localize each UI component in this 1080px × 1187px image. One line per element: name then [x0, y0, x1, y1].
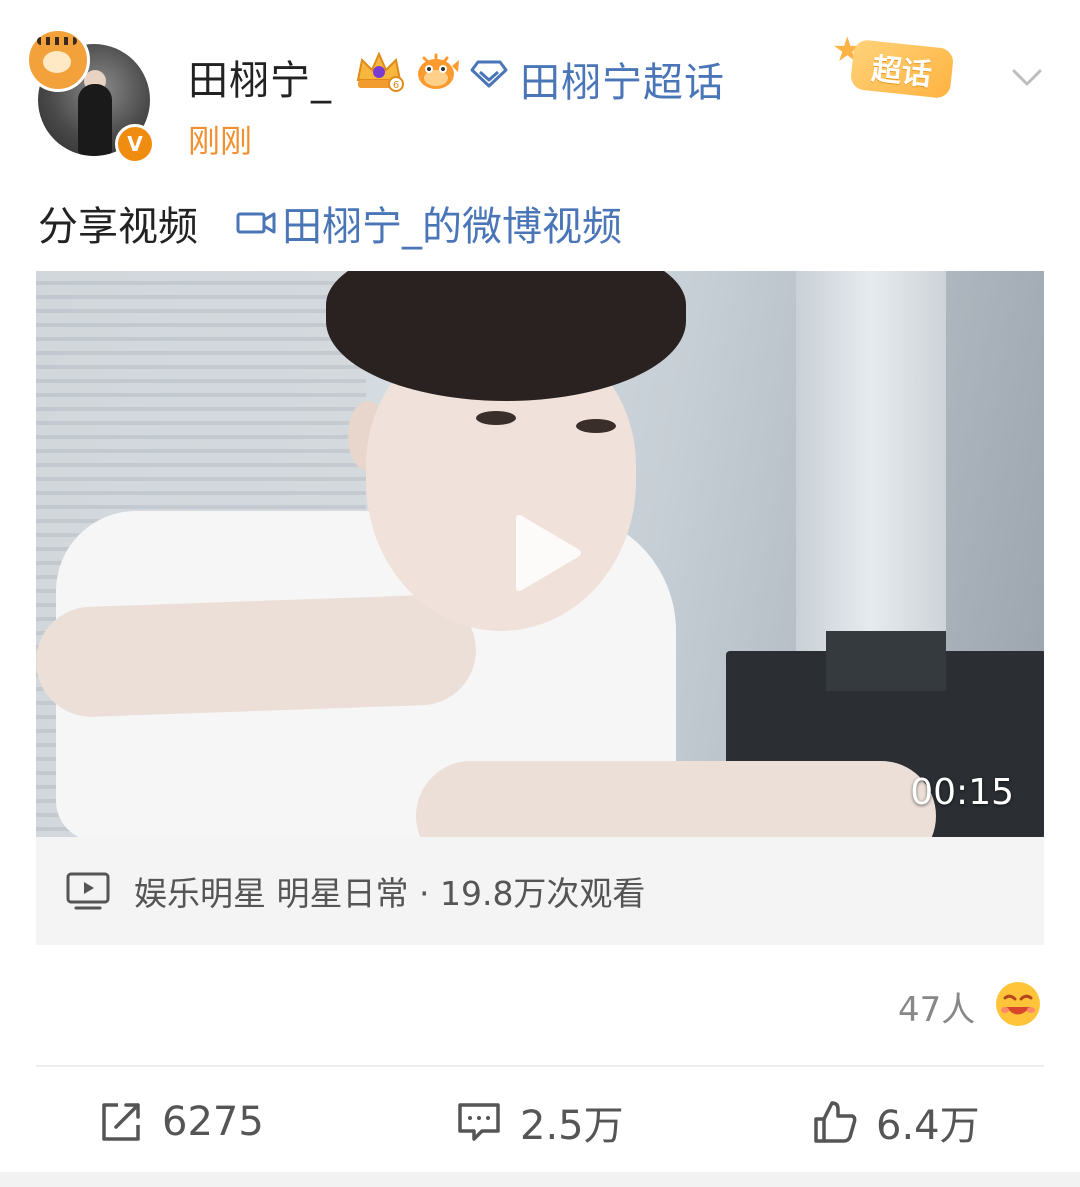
- share-icon: [102, 1103, 140, 1141]
- chaohua-badge[interactable]: ★ 超话: [832, 30, 956, 100]
- video-duration: 00:15: [910, 772, 1014, 813]
- like-button[interactable]: 6.4万: [812, 1090, 980, 1154]
- like-count: 6.4万: [876, 1103, 980, 1149]
- share-count: 6275: [162, 1099, 264, 1145]
- video-eye-right: [576, 419, 616, 433]
- divider: [36, 1065, 1044, 1067]
- video-meta-text: 娱乐明星 明星日常 · 19.8万次观看: [134, 874, 646, 913]
- avatar-body: [78, 84, 112, 156]
- comment-button[interactable]: 2.5万: [456, 1090, 624, 1154]
- diamond-icon: [470, 60, 508, 88]
- pufferfish-badge-icon[interactable]: [414, 52, 460, 92]
- video-arm2: [416, 761, 936, 837]
- laugh-emoji-icon[interactable]: [994, 980, 1042, 1028]
- video-meta[interactable]: 娱乐明星 明星日常 · 19.8万次观看: [36, 837, 1044, 945]
- video-hair: [326, 271, 686, 401]
- comment-icon: [458, 1103, 500, 1141]
- fan-level-badge-icon[interactable]: 6: [352, 50, 406, 92]
- video-player[interactable]: 00:15: [36, 271, 1044, 837]
- username[interactable]: 田栩宁_: [188, 48, 332, 106]
- thumbs-up-icon: [814, 1101, 857, 1143]
- play-icon[interactable]: [506, 511, 586, 595]
- video-play-screen-icon: [66, 872, 110, 910]
- video-bg-dark2: [826, 631, 946, 691]
- tiger-pendant-icon: [26, 28, 90, 92]
- comment-count: 2.5万: [520, 1103, 624, 1149]
- video-link-label: 田栩宁_的微博视频: [282, 204, 622, 250]
- video-eye-left: [476, 411, 516, 425]
- post-text: 分享视频: [38, 204, 198, 250]
- video-camera-icon: [236, 212, 276, 234]
- avatar[interactable]: V: [26, 28, 155, 164]
- chevron-down-icon[interactable]: [1010, 60, 1044, 94]
- video-link[interactable]: 田栩宁_的微博视频: [236, 194, 622, 252]
- verified-badge-icon: V: [115, 124, 155, 164]
- chaohua-label: 超话: [849, 38, 955, 100]
- post-time: 刚刚: [188, 122, 253, 160]
- share-button[interactable]: 6275: [98, 1090, 264, 1154]
- reaction-count[interactable]: 47人: [898, 982, 975, 1031]
- svg-text:6: 6: [393, 80, 399, 91]
- next-post-edge: [0, 1172, 1080, 1187]
- supertopic-link[interactable]: 田栩宁超话: [520, 50, 725, 108]
- video-arm: [36, 593, 478, 719]
